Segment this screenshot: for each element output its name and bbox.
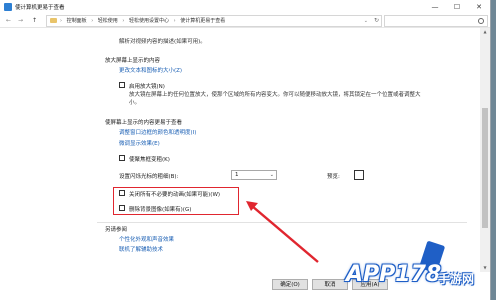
scroll-up-icon[interactable]: ▲ (480, 28, 490, 36)
watermark-subtitle: 手游网 (438, 272, 475, 286)
scrollbar-thumb[interactable] (482, 108, 488, 228)
watermark-logo: APP178 手游网 (316, 232, 494, 298)
ok-button[interactable]: 确定(O) (272, 279, 308, 290)
watermark-brand: APP178 (346, 262, 442, 287)
